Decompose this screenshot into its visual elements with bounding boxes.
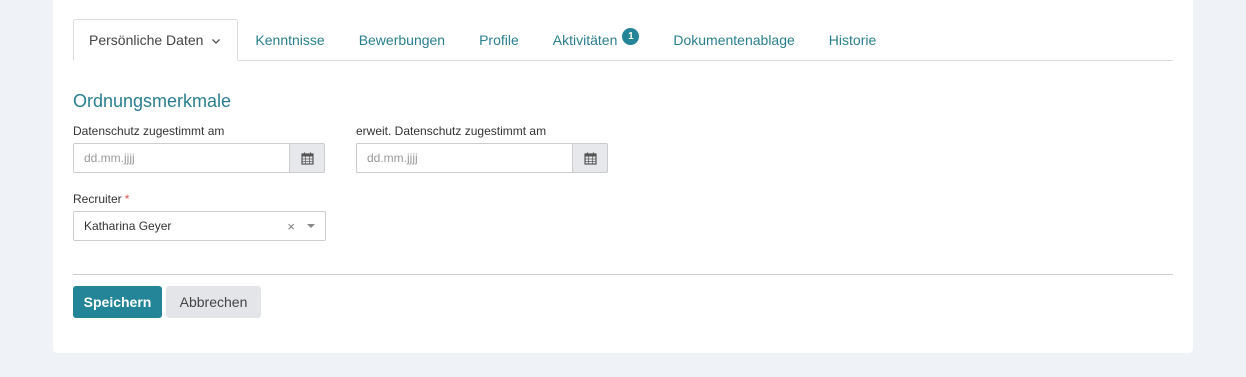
privacy-date-input[interactable] — [73, 143, 289, 173]
tab-bewerbungen[interactable]: Bewerbungen — [342, 19, 462, 60]
tab-label: Dokumentenablage — [673, 31, 795, 48]
ext-privacy-date-group — [356, 143, 608, 173]
tab-bar: Persönliche Daten Kenntnisse Bewerbungen… — [73, 19, 1173, 61]
ext-privacy-date-label: erweit. Datenschutz zugestimmt am — [356, 124, 547, 138]
calendar-button[interactable] — [572, 143, 608, 173]
calendar-icon — [300, 152, 314, 165]
clear-icon[interactable]: × — [287, 219, 295, 234]
tab-kenntnisse[interactable]: Kenntnisse — [238, 19, 341, 60]
recruiter-select[interactable]: Katharina Geyer × — [73, 211, 326, 241]
tab-label: Historie — [828, 31, 877, 48]
recruiter-label: Recruiter * — [73, 192, 129, 206]
tab-label: Bewerbungen — [358, 31, 446, 48]
cancel-button[interactable]: Abbrechen — [166, 286, 261, 318]
save-button[interactable]: Speichern — [73, 286, 162, 318]
section-title: Ordnungsmerkmale — [73, 91, 232, 111]
ext-privacy-date-input[interactable] — [356, 143, 572, 173]
recruiter-label-text: Recruiter — [73, 192, 122, 206]
required-mark: * — [124, 192, 130, 206]
privacy-date-group — [73, 143, 325, 173]
tab-dokumentenablage[interactable]: Dokumentenablage — [656, 19, 811, 60]
content-card: Persönliche Daten Kenntnisse Bewerbungen… — [53, 0, 1193, 353]
tab-profile[interactable]: Profile — [462, 19, 536, 60]
tab-label: Profile — [479, 31, 519, 48]
calendar-button[interactable] — [289, 143, 325, 173]
tab-label: Persönliche Daten — [89, 32, 204, 48]
chevron-down-icon — [211, 33, 221, 44]
tab-label: Aktivitäten — [552, 31, 618, 48]
calendar-icon — [583, 152, 597, 165]
recruiter-value: Katharina Geyer — [84, 219, 172, 233]
tab-historie[interactable]: Historie — [812, 19, 893, 60]
privacy-date-label: Datenschutz zugestimmt am — [73, 124, 225, 138]
activity-count-badge: 1 — [622, 28, 640, 45]
tab-label: Kenntnisse — [255, 31, 325, 48]
form-divider — [73, 274, 1173, 275]
tab-persoenliche-daten[interactable]: Persönliche Daten — [73, 19, 239, 61]
tab-aktivitaeten[interactable]: Aktivitäten 1 — [536, 19, 657, 60]
caret-down-icon[interactable] — [307, 224, 315, 228]
